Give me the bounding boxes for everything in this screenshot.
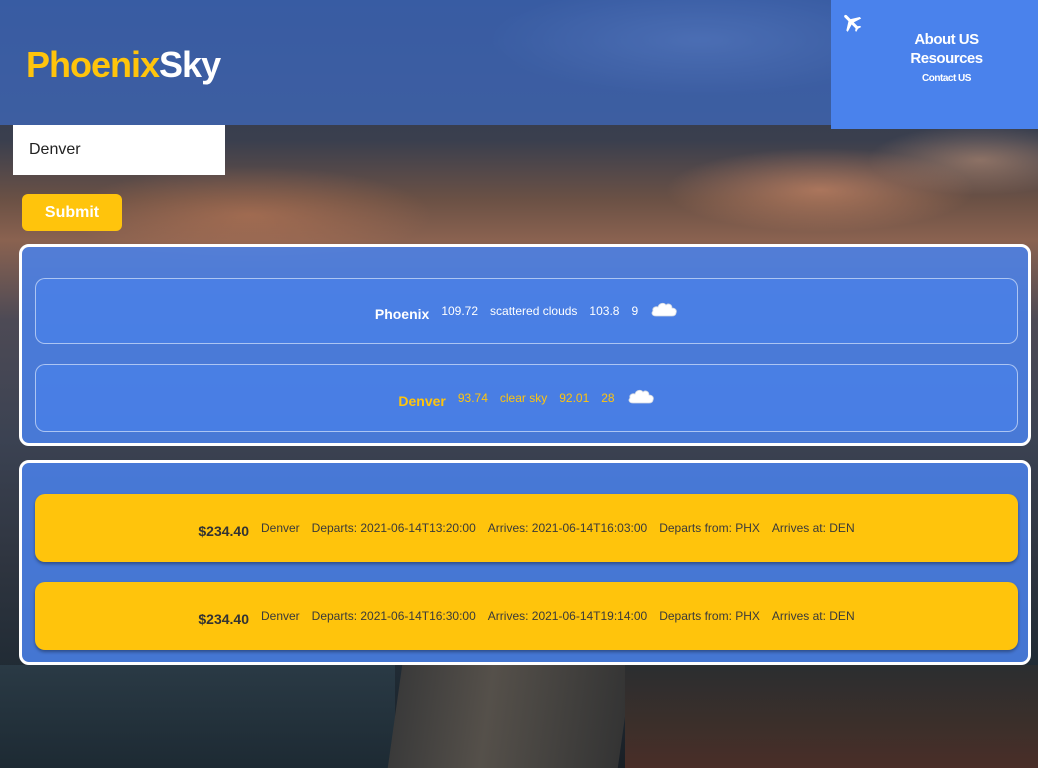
flight-price: $234.40	[198, 523, 249, 539]
weather-humidity: 28	[601, 391, 615, 405]
nav-resources-link[interactable]: Resources	[843, 50, 1038, 67]
brand-text-sky: Sky	[159, 44, 221, 85]
flight-arrives-at: Arrives at: DEN	[771, 609, 855, 623]
flight-departs: Departs: 2021-06-14T13:20:00	[311, 521, 476, 535]
weather-card-denver: Denver 93.74 clear sky 92.01 28	[35, 364, 1018, 432]
flight-destination: Denver	[260, 521, 300, 535]
nav-contact-link[interactable]: Contact US	[843, 73, 1038, 84]
weather-panel: Phoenix 109.72 scattered clouds 103.8 9 …	[19, 244, 1031, 446]
weather-description: clear sky	[499, 391, 548, 405]
flight-departs: Departs: 2021-06-14T16:30:00	[311, 609, 476, 623]
flight-price: $234.40	[198, 611, 249, 627]
flights-panel: $234.40 Denver Departs: 2021-06-14T13:20…	[19, 460, 1031, 665]
weather-feels-like: 92.01	[559, 391, 590, 405]
flight-departs-from: Departs from: PHX	[659, 521, 760, 535]
flight-arrives-at: Arrives at: DEN	[771, 521, 855, 535]
flight-arrives: Arrives: 2021-06-14T16:03:00	[487, 521, 648, 535]
weather-description: scattered clouds	[490, 304, 578, 318]
brand-logo[interactable]: PhoenixSky	[26, 44, 221, 86]
cloud-icon	[628, 389, 654, 404]
weather-temp: 109.72	[441, 304, 479, 318]
nav-panel: About US Resources Contact US	[831, 0, 1038, 129]
background-road	[387, 665, 633, 768]
city-search-input[interactable]	[13, 125, 225, 175]
nav-about-link[interactable]: About US	[843, 31, 1038, 48]
weather-temp: 93.74	[457, 391, 488, 405]
flight-arrives: Arrives: 2021-06-14T19:14:00	[487, 609, 648, 623]
flight-card[interactable]: $234.40 Denver Departs: 2021-06-14T16:30…	[35, 582, 1018, 650]
brand-text-phoenix: Phoenix	[26, 44, 160, 85]
background-water	[0, 665, 395, 768]
weather-card-phoenix: Phoenix 109.72 scattered clouds 103.8 9	[35, 278, 1018, 344]
weather-humidity: 9	[631, 304, 639, 318]
flight-destination: Denver	[260, 609, 300, 623]
cloud-icon	[651, 302, 677, 317]
flight-departs-from: Departs from: PHX	[659, 609, 760, 623]
weather-feels-like: 103.8	[589, 304, 620, 318]
weather-city: Phoenix	[374, 306, 430, 322]
submit-button[interactable]: Submit	[22, 194, 122, 231]
background-city	[625, 665, 1038, 768]
flight-card[interactable]: $234.40 Denver Departs: 2021-06-14T13:20…	[35, 494, 1018, 562]
weather-city: Denver	[398, 393, 446, 409]
